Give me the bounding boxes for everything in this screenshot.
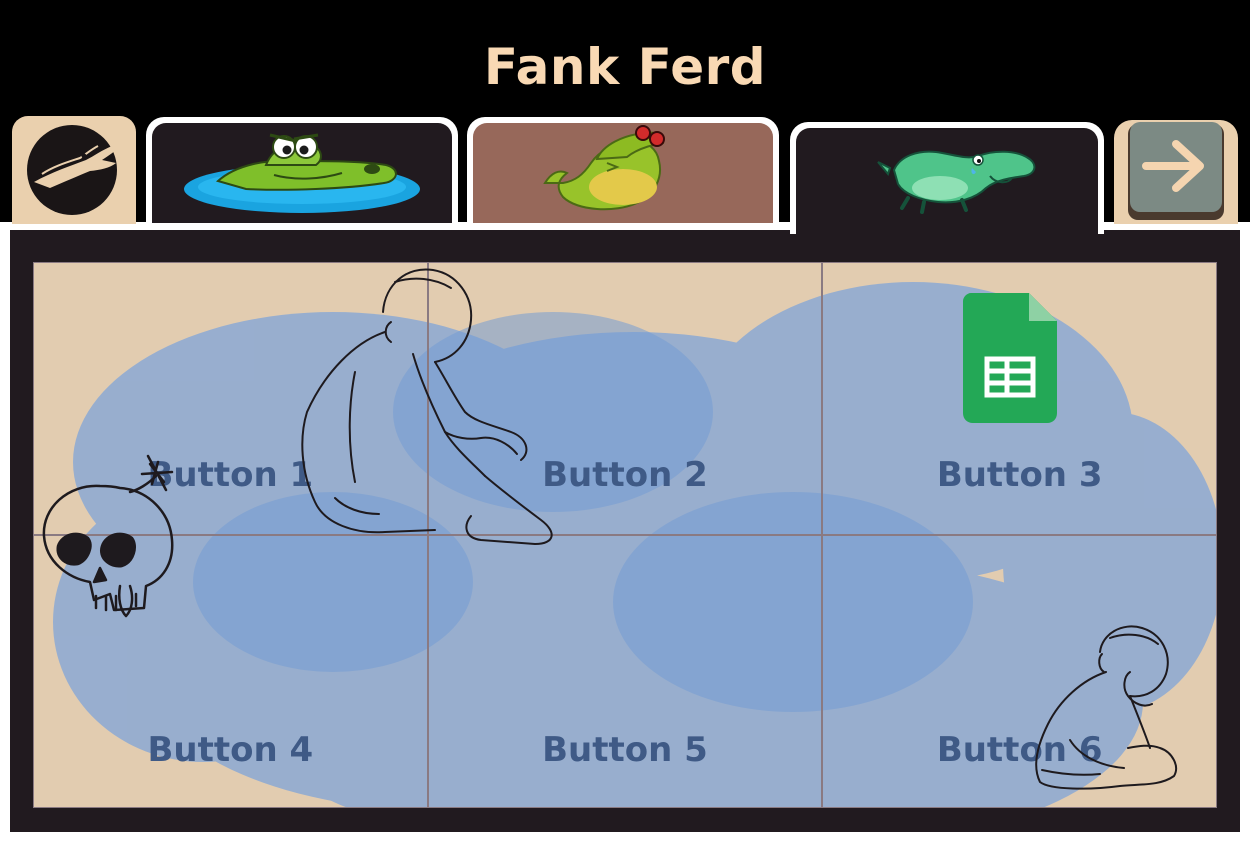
grid-button-1[interactable]: Button 1 [33,262,428,535]
tab-crying-crocodile[interactable] [790,122,1104,234]
button-6-label: Button 6 [936,730,1103,770]
tab-crocodile-sunglasses[interactable] [467,117,779,223]
grid-button-6[interactable]: Button 6 [822,535,1217,808]
crocodile-in-water-icon [184,133,420,213]
button-4-label: Button 4 [147,730,314,770]
grid-button-4[interactable]: Button 4 [33,535,428,808]
button-3-label: Button 3 [936,455,1103,495]
grid-button-2[interactable]: Button 2 [427,262,823,535]
grid-button-3[interactable]: Button 3 [822,262,1217,535]
arrow-right-icon [1128,122,1224,220]
button-5-label: Button 5 [542,730,708,770]
google-sheets-icon [963,293,1058,423]
grid-button-5[interactable]: Button 5 [427,535,823,808]
button-board: Button 1 Button 2 Button 3 Button 4 Butt… [33,262,1217,808]
button-2-label: Button 2 [542,455,708,495]
button-1-label: Button 1 [147,455,314,495]
tab-crocodile-water[interactable] [146,117,458,223]
crying-crocodile-icon [877,150,1036,214]
tab-next[interactable] [1114,120,1238,224]
crocodile-silhouette-icon [27,125,120,215]
button-grid: Button 1 Button 2 Button 3 Button 4 Butt… [33,262,1217,808]
page-title: Fank Ferd [483,38,767,96]
tab-home[interactable] [12,116,136,224]
crocodile-sunglasses-icon [543,125,665,211]
